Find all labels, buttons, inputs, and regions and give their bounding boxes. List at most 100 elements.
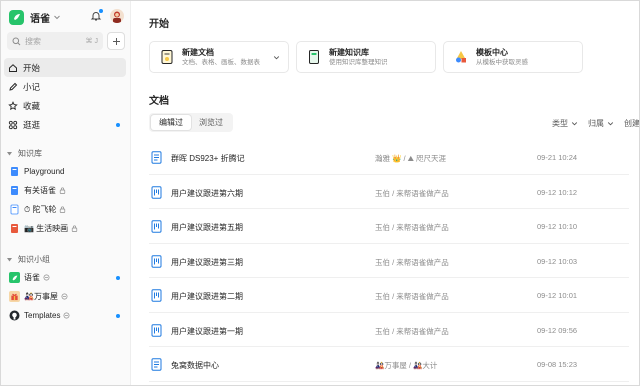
template-icon [454, 49, 468, 65]
docs-title: 文档 [149, 96, 169, 107]
kb-item-life-pictures[interactable]: 📷 生活映画 [4, 219, 126, 238]
doc-time: 09-12 10:12 [537, 187, 578, 197]
doc-row[interactable]: 兔窝数据中心 🎎万事屋 / 🎎大计 09-08 15:23 [149, 347, 629, 382]
board-doc-icon [151, 254, 162, 268]
board-doc-icon [151, 323, 162, 337]
quick-actions: 新建文档 文档、表格、画板、数据表 新建知识库 使用知识库整理知识 模板中心 从… [149, 41, 583, 73]
add-button[interactable] [107, 32, 125, 50]
group-item-yuque[interactable]: 语雀 [4, 268, 126, 287]
group-item-templates[interactable]: Templates [4, 306, 126, 325]
doc-kb[interactable]: 玉伯 / 来帮语雀做产品 [375, 291, 449, 302]
caret-down-icon [7, 257, 12, 261]
doc-time: 09-08 15:23 [537, 360, 578, 369]
nav-item-favorites[interactable]: 收藏 [4, 96, 126, 115]
doc-kb[interactable]: 玉伯 / 来帮语雀做产品 [375, 257, 449, 268]
home-icon [8, 63, 18, 73]
pen-icon [8, 82, 18, 92]
search-input[interactable]: 搜索 ⌘ J [7, 32, 103, 50]
tab-viewed[interactable]: 浏览过 [191, 115, 231, 130]
kb-item-label: 有关语雀 [24, 186, 56, 195]
new-kb-card[interactable]: 新建知识库 使用知识库整理知识 [296, 41, 436, 73]
book-blue-icon [9, 166, 20, 177]
card-title: 新建知识库 [329, 47, 369, 57]
gift-group-icon [9, 291, 20, 302]
filter-type[interactable]: 类型 [552, 118, 578, 129]
filter-owner[interactable]: 归属 [588, 118, 614, 129]
chevron-down-icon [54, 15, 60, 20]
group-item-label: 🎎万事屋 [24, 292, 58, 301]
filter-label: 归属 [588, 119, 604, 128]
kb-item-playground[interactable]: Playground [4, 162, 126, 181]
doc-kb[interactable]: 瀚雅 👑 / ⛰ 咫尺天涯 [375, 153, 446, 164]
nav-label: 开始 [23, 62, 41, 73]
kb-section-header[interactable]: 知识库 [4, 144, 126, 162]
notification-dot [99, 9, 103, 13]
group-section-header[interactable]: 知识小组 [4, 250, 126, 268]
doc-row[interactable]: 用户建议跟进第一期 玉伯 / 来帮语雀做产品 09-12 09:56 [149, 313, 629, 347]
doc-filters: 类型 归属 创建者 [552, 118, 639, 129]
group-status-icon [61, 293, 68, 300]
doc-row[interactable]: 群晖 DS923+ 折腾记 瀚雅 👑 / ⛰ 咫尺天涯 09-21 10:24 [149, 140, 629, 175]
nav-item-explore[interactable]: 逛逛 [4, 115, 126, 134]
document-icon [151, 151, 162, 164]
nav-item-start[interactable]: 开始 [4, 58, 126, 77]
doc-row[interactable]: 用户建议跟进第六期 玉伯 / 来帮语雀做产品 09-12 10:12 [149, 175, 629, 209]
filter-creator[interactable]: 创建者 [624, 118, 639, 129]
doc-tabs: 编辑过 浏览过 [149, 113, 233, 132]
lock-icon [60, 206, 66, 213]
template-center-card[interactable]: 模板中心 从模板中获取灵感 [443, 41, 583, 73]
kb-item-about-yuque[interactable]: 有关语雀 [4, 181, 126, 200]
document-icon [151, 358, 162, 371]
unread-dot [116, 314, 120, 318]
kb-item-tourbillon[interactable]: ⏱ 陀飞轮 [4, 200, 126, 219]
tab-edited[interactable]: 编辑过 [151, 115, 191, 130]
card-subtitle: 文档、表格、画板、数据表 [182, 58, 260, 66]
doc-time: 09-21 10:24 [537, 153, 578, 162]
main-content: 开始 新建文档 文档、表格、画板、数据表 新建知识库 使用知识库整理知识 模板中… [132, 1, 639, 385]
doc-time: 09-12 10:03 [537, 256, 578, 266]
doc-kb[interactable]: 🎎万事屋 / 🎎大计 [375, 360, 437, 371]
card-subtitle: 从模板中获取灵感 [476, 58, 528, 66]
search-placeholder: 搜索 [25, 36, 41, 46]
brand-switcher[interactable]: 语雀 [9, 8, 61, 26]
user-avatar[interactable] [110, 9, 124, 23]
kb-item-label: Playground [24, 167, 65, 176]
new-doc-card[interactable]: 新建文档 文档、表格、画板、数据表 [149, 41, 289, 73]
group-item-label: Templates [24, 311, 61, 320]
chevron-down-icon [607, 122, 614, 126]
card-title: 新建文档 [182, 47, 214, 57]
kb-section: 知识库 Playground 有关语雀 ⏱ 陀飞轮 📷 生活映画 [4, 144, 126, 238]
doc-kb[interactable]: 玉伯 / 来帮语雀做产品 [375, 188, 449, 199]
filter-label: 类型 [552, 119, 568, 128]
doc-time: 09-12 10:01 [537, 291, 578, 300]
search-icon [12, 37, 21, 45]
nav-item-notes[interactable]: 小记 [4, 77, 126, 96]
notification-bell-icon[interactable] [90, 9, 103, 22]
doc-time: 09-12 10:10 [537, 222, 578, 231]
unread-dot [116, 123, 120, 127]
chevron-down-icon [571, 122, 578, 126]
kb-item-label: 📷 生活映画 [24, 224, 69, 233]
book-white-icon [9, 204, 20, 215]
group-item-wanshiwu[interactable]: 🎎万事屋 [4, 287, 126, 306]
star-icon [8, 100, 18, 111]
nav-label: 小记 [23, 81, 41, 92]
lock-icon [72, 225, 78, 232]
sidebar-nav: 开始 小记 收藏 逛逛 [4, 58, 126, 134]
board-doc-icon [151, 289, 162, 302]
brand-name: 语雀 [30, 13, 50, 25]
lock-icon [59, 187, 66, 194]
doc-name: 用户建议跟进第一期 [171, 326, 243, 336]
doc-name: 兔窝数据中心 [171, 361, 219, 370]
github-group-icon [9, 310, 20, 321]
doc-row[interactable]: 用户建议跟进第三期 玉伯 / 来帮语雀做产品 09-12 10:03 [149, 244, 629, 278]
doc-kb[interactable]: 玉伯 / 来帮语雀做产品 [375, 326, 449, 337]
doc-name: 群晖 DS923+ 折腾记 [171, 154, 245, 163]
doc-row[interactable]: 用户建议跟进第五期 玉伯 / 来帮语雀做产品 09-12 10:10 [149, 209, 629, 244]
group-status-icon [43, 274, 50, 281]
chevron-down-icon[interactable] [273, 54, 280, 61]
yuque-group-icon [9, 272, 20, 283]
grid-icon [8, 120, 18, 130]
doc-kb[interactable]: 玉伯 / 来帮语雀做产品 [375, 222, 449, 233]
doc-row[interactable]: 用户建议跟进第二期 玉伯 / 来帮语雀做产品 09-12 10:01 [149, 278, 629, 313]
